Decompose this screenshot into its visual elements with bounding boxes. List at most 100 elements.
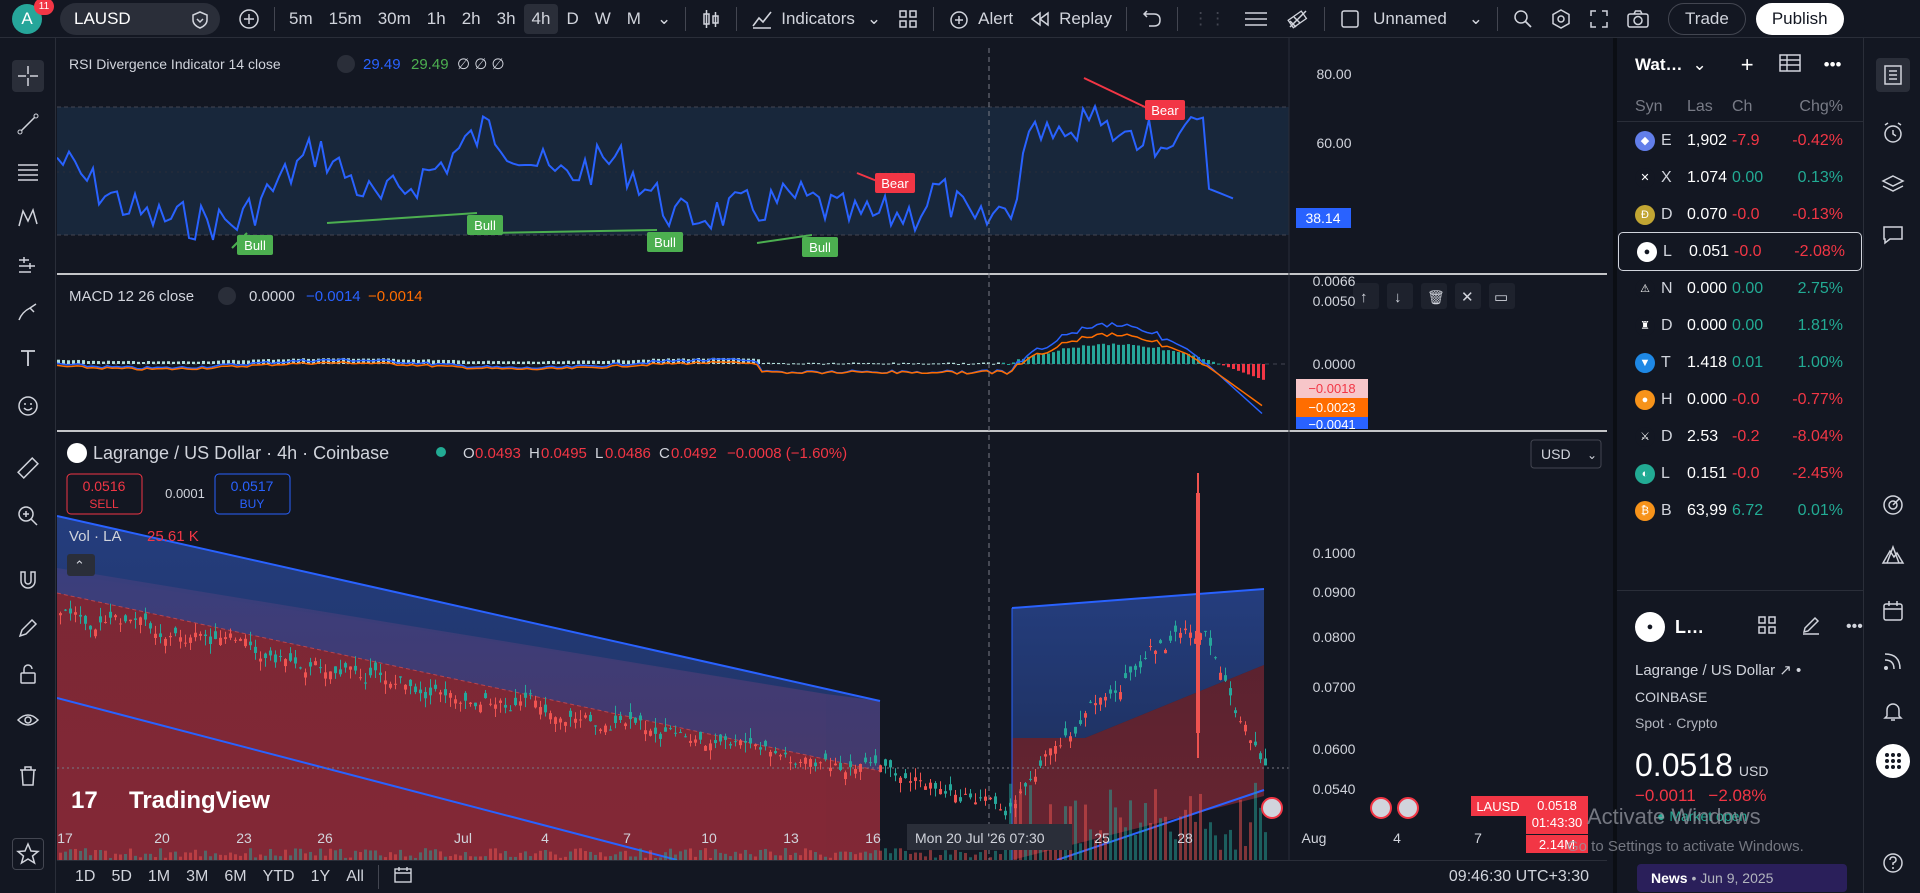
- publish-button[interactable]: Publish: [1755, 2, 1844, 35]
- us-flag-icon[interactable]: [1370, 797, 1392, 819]
- interval-dropdown[interactable]: ⌄: [649, 4, 679, 34]
- crosshair-tool[interactable]: [12, 60, 44, 92]
- forecast-tool[interactable]: [12, 250, 44, 282]
- brush-tool[interactable]: [12, 296, 44, 328]
- favorites-tool[interactable]: [12, 838, 44, 870]
- watchlist-row[interactable]: ◐ L 0.151 -0.0 -2.45%: [1617, 455, 1863, 492]
- products-tab[interactable]: [1876, 744, 1910, 778]
- watchlist-row[interactable]: ▼ T 1.418 0.01 1.00%: [1617, 344, 1863, 381]
- range-all[interactable]: All: [338, 868, 372, 886]
- watchlist-row[interactable]: Đ D 0.070 -0.0 -0.13%: [1617, 196, 1863, 233]
- goto-date-button[interactable]: [385, 866, 421, 889]
- stay-drawing-tool[interactable]: [12, 612, 44, 644]
- fullscreen-button[interactable]: [1580, 4, 1618, 34]
- alert-button[interactable]: Alert: [940, 4, 1021, 34]
- zoom-tool[interactable]: [12, 500, 44, 532]
- compare-symbol-button[interactable]: [230, 4, 268, 34]
- us-flag-icon[interactable]: [1397, 797, 1419, 819]
- col-change[interactable]: Ch: [1732, 98, 1777, 116]
- clock[interactable]: 09:46:30 UTC+3:30: [1441, 868, 1597, 886]
- chevron-down-icon[interactable]: ⌄: [1693, 55, 1707, 75]
- news-tab[interactable]: [1876, 644, 1910, 678]
- quick-search-button[interactable]: [1504, 4, 1542, 34]
- range-1y[interactable]: 1Y: [303, 868, 339, 886]
- delete-tool[interactable]: [12, 760, 44, 792]
- interval-d[interactable]: D: [558, 4, 586, 34]
- news-banner[interactable]: News • Jun 9, 2025: [1637, 864, 1847, 892]
- lock-tool[interactable]: [12, 658, 44, 690]
- details-name[interactable]: Lagrange / US Dollar: [1635, 662, 1775, 679]
- main-title[interactable]: Lagrange / US Dollar · 4h · Coinbase: [93, 443, 389, 463]
- hide-tool[interactable]: [12, 704, 44, 736]
- alerts-tab[interactable]: [1876, 116, 1910, 150]
- emoji-tool[interactable]: [12, 390, 44, 422]
- rsi-settings-icon[interactable]: [337, 55, 355, 73]
- ideas-tab[interactable]: [1876, 488, 1910, 522]
- watchlist-row[interactable]: ● L 0.051 -0.0 -2.08%: [1618, 232, 1862, 271]
- drag-handle[interactable]: ⋮⋮: [1184, 4, 1234, 34]
- range-5d[interactable]: 5D: [103, 868, 139, 886]
- watchlist-row[interactable]: ● H 0.000 -0.0 -0.77%: [1617, 381, 1863, 418]
- watchlist-tab[interactable]: [1876, 58, 1910, 92]
- watchlist-row[interactable]: ✕ X 1.074 0.00 0.13%: [1617, 159, 1863, 196]
- details-symbol[interactable]: L…: [1675, 617, 1704, 638]
- macd-settings-icon[interactable]: [218, 287, 236, 305]
- edit-icon[interactable]: [1800, 614, 1822, 641]
- add-symbol-button[interactable]: +: [1741, 52, 1754, 78]
- range-3m[interactable]: 3M: [178, 868, 216, 886]
- interval-4h[interactable]: 4h: [523, 3, 559, 34]
- interval-5m[interactable]: 5m: [281, 4, 321, 34]
- more-icon[interactable]: •••: [1824, 55, 1842, 75]
- templates-button[interactable]: [889, 4, 927, 34]
- chart-area[interactable]: Bull Bull Bull Bull Bear Bear RSI Divergence …: [56, 38, 1607, 861]
- interval-w[interactable]: W: [587, 4, 619, 34]
- advanced-view-button[interactable]: [1778, 52, 1802, 79]
- interval-2h[interactable]: 2h: [454, 4, 489, 34]
- magnet-tool[interactable]: [12, 564, 44, 596]
- interval-30m[interactable]: 30m: [370, 4, 419, 34]
- text-tool[interactable]: [12, 342, 44, 374]
- external-link-icon[interactable]: ↗ •: [1779, 662, 1801, 679]
- interval-15m[interactable]: 15m: [321, 4, 370, 34]
- range-6m[interactable]: 6M: [216, 868, 254, 886]
- hotlists-tab[interactable]: [1876, 538, 1910, 572]
- watchlist-row[interactable]: ⚔ D 2.53 -0.2 -8.04%: [1617, 418, 1863, 455]
- drawings-button[interactable]: [1278, 4, 1318, 34]
- trade-button[interactable]: Trade: [1668, 2, 1746, 35]
- undo-button[interactable]: [1133, 4, 1171, 34]
- settings-button[interactable]: [1542, 4, 1580, 34]
- snapshot-button[interactable]: [1618, 4, 1658, 34]
- indicators-button[interactable]: Indicators ⌄: [743, 4, 889, 34]
- calendar-tab[interactable]: [1876, 594, 1910, 628]
- watchlist-title[interactable]: Wat…: [1635, 55, 1683, 75]
- object-tree-tab[interactable]: [1876, 168, 1910, 202]
- watchlist-row[interactable]: ₿ B 63,99 6.72 0.01%: [1617, 492, 1863, 529]
- chats-tab[interactable]: [1876, 218, 1910, 252]
- us-flag-icon[interactable]: [1261, 797, 1283, 819]
- range-1d[interactable]: 1D: [67, 868, 103, 886]
- price-axis[interactable]: 80.00 60.00 40.00 38.14 0.0066 0.0050 0.…: [1288, 38, 1602, 860]
- user-avatar[interactable]: A 11: [12, 0, 54, 34]
- chart-canvas[interactable]: Bull Bull Bull Bull Bear Bear RSI Divergence …: [56, 38, 1607, 861]
- fib-tool[interactable]: [12, 156, 44, 188]
- interval-m[interactable]: M: [619, 4, 649, 34]
- help-tab[interactable]: [1876, 846, 1910, 880]
- symbol-search[interactable]: LAUSD: [60, 2, 220, 35]
- watchlist-row[interactable]: ⚠ N 0.000 0.00 2.75%: [1617, 270, 1863, 307]
- trendline-tool[interactable]: [12, 108, 44, 140]
- ruler-tool[interactable]: [12, 452, 44, 484]
- more-icon[interactable]: •••: [1846, 618, 1863, 636]
- col-symbol[interactable]: Syn: [1617, 98, 1687, 116]
- layout-name-button[interactable]: Unnamed ⌄: [1331, 4, 1491, 34]
- chart-type-button[interactable]: [692, 4, 730, 34]
- range-ytd[interactable]: YTD: [255, 868, 303, 886]
- range-1m[interactable]: 1M: [140, 868, 178, 886]
- notifications-tab[interactable]: [1876, 694, 1910, 728]
- replay-button[interactable]: Replay: [1021, 4, 1120, 34]
- watchlist-row[interactable]: ♜ D 0.000 0.00 1.81%: [1617, 307, 1863, 344]
- interval-1h[interactable]: 1h: [419, 4, 454, 34]
- pattern-tool[interactable]: [12, 202, 44, 234]
- interval-3h[interactable]: 3h: [489, 4, 524, 34]
- watchlist-row[interactable]: ◆ E 1,902 -7.9 -0.42%: [1617, 122, 1863, 159]
- object-tree-button[interactable]: [1234, 4, 1278, 34]
